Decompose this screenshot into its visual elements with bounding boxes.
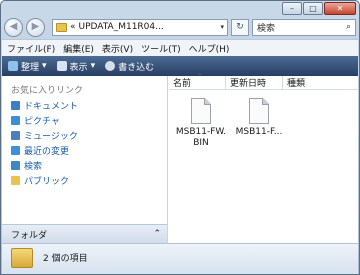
organize-button[interactable]: 整理 ▾ (8, 60, 47, 73)
menu-tools[interactable]: ツール(T) (141, 42, 181, 55)
column-header-date[interactable]: 更新日時 (226, 75, 283, 90)
column-header-label: 更新日時 (230, 79, 267, 89)
view-label: 表示 (69, 62, 88, 73)
document-icon (191, 98, 211, 124)
menu-file[interactable]: ファイル(F) (7, 42, 55, 55)
folder-icon (56, 22, 67, 32)
address-path: UPDATA_M11R04... (78, 22, 164, 32)
refresh-button[interactable]: ↻ (231, 18, 249, 36)
sidebar-item-label: 最近の変更 (24, 147, 70, 157)
navigation-pane: お気に入りリンク ドキュメント ピクチャ ミュージック 最近の変更 検索 パブリ… (2, 76, 168, 243)
search-input[interactable]: 検索 ⌕ (252, 18, 356, 36)
menu-help[interactable]: ヘルプ(H) (189, 42, 230, 55)
minimize-button[interactable]: – (282, 2, 302, 15)
chevron-down-icon: ▾ (42, 61, 47, 71)
file-item[interactable]: MSB11-FW. BIN (174, 98, 228, 149)
item-count: 2 個の項目 (43, 254, 88, 264)
arrow-left-icon: ◀ (9, 21, 18, 32)
command-toolbar: 整理 ▾ 表示 ▾ 書き込む (2, 56, 358, 76)
sidebar-item-public[interactable]: パブリック (11, 173, 78, 188)
search-icon: ⌕ (345, 22, 351, 32)
column-header-label: 名前 (173, 79, 192, 89)
file-name: MSB11-F... (235, 127, 283, 137)
close-button[interactable]: ✕ (324, 2, 356, 15)
maximize-button[interactable]: □ (303, 2, 323, 15)
explorer-window: – □ ✕ ◀ ▶ « UPDATA_M11R04... ▾ ↻ 検索 ⌕ ファ… (0, 0, 360, 275)
document-icon (249, 98, 269, 124)
search-icon (11, 161, 20, 170)
address-prefix: « (70, 22, 76, 32)
view-icon (56, 61, 67, 71)
folder-icon (11, 248, 33, 268)
menu-edit[interactable]: 編集(E) (63, 42, 94, 55)
navigation-row: ◀ ▶ « UPDATA_M11R04... ▾ ↻ 検索 ⌕ (4, 16, 356, 38)
sidebar-item-label: ミュージック (24, 132, 78, 142)
folders-label: フォルダ (11, 230, 48, 241)
view-button[interactable]: 表示 ▾ (56, 60, 96, 73)
column-header-label: 種類 (287, 79, 306, 89)
pictures-icon (11, 116, 20, 125)
sidebar-item-search[interactable]: 検索 (11, 158, 78, 173)
sidebar-item-label: ドキュメント (24, 102, 79, 112)
address-bar[interactable]: « UPDATA_M11R04... ▾ (52, 18, 228, 36)
file-item[interactable]: MSB11-F... (232, 98, 286, 138)
burn-label: 書き込む (118, 62, 155, 73)
menu-view[interactable]: 表示(V) (102, 42, 133, 55)
disc-icon (105, 61, 116, 71)
chevron-down-icon: ▾ (90, 61, 96, 71)
chevron-up-icon: ⌃ (153, 229, 161, 239)
chevron-down-icon[interactable]: ▾ (220, 23, 224, 31)
sidebar-item-label: パブリック (24, 177, 70, 187)
sort-ascending-icon: ^ (197, 72, 203, 80)
column-header-name[interactable]: ^ 名前 (169, 72, 226, 90)
forward-button[interactable]: ▶ (26, 17, 45, 37)
file-name: MSB11-FW. BIN (175, 127, 227, 148)
menu-bar: ファイル(F) 編集(E) 表示(V) ツール(T) ヘルプ(H) (2, 39, 358, 56)
caption-buttons: – □ ✕ (282, 2, 356, 15)
favorite-links: ドキュメント ピクチャ ミュージック 最近の変更 検索 パブリック (11, 98, 78, 188)
sidebar-item-pictures[interactable]: ピクチャ (11, 113, 78, 128)
public-folder-icon (11, 176, 20, 185)
sidebar-item-label: ピクチャ (24, 117, 60, 127)
content-area: お気に入りリンク ドキュメント ピクチャ ミュージック 最近の変更 検索 パブリ… (2, 72, 358, 243)
folders-toggle[interactable]: フォルダ ⌃ (2, 224, 167, 243)
burn-button[interactable]: 書き込む (105, 60, 154, 73)
column-headers: ^ 名前 更新日時 種類 (169, 72, 358, 90)
details-pane: 2 個の項目 (2, 243, 358, 274)
sidebar-item-music[interactable]: ミュージック (11, 128, 78, 143)
favorites-heading: お気に入りリンク (11, 86, 84, 96)
organize-icon (8, 61, 18, 71)
arrow-right-icon: ▶ (31, 21, 40, 32)
documents-icon (11, 101, 20, 110)
file-list-pane: ^ 名前 更新日時 種類 MSB11-FW. BIN MSB11-F... (169, 72, 358, 243)
sidebar-item-recent[interactable]: 最近の変更 (11, 143, 78, 158)
sidebar-item-label: 検索 (24, 162, 43, 172)
organize-label: 整理 (21, 62, 40, 73)
back-button[interactable]: ◀ (4, 17, 23, 37)
sidebar-item-documents[interactable]: ドキュメント (11, 98, 78, 113)
music-icon (11, 131, 20, 140)
recent-icon (11, 146, 20, 155)
column-header-type[interactable]: 種類 (283, 76, 343, 90)
search-placeholder: 検索 (257, 23, 276, 34)
